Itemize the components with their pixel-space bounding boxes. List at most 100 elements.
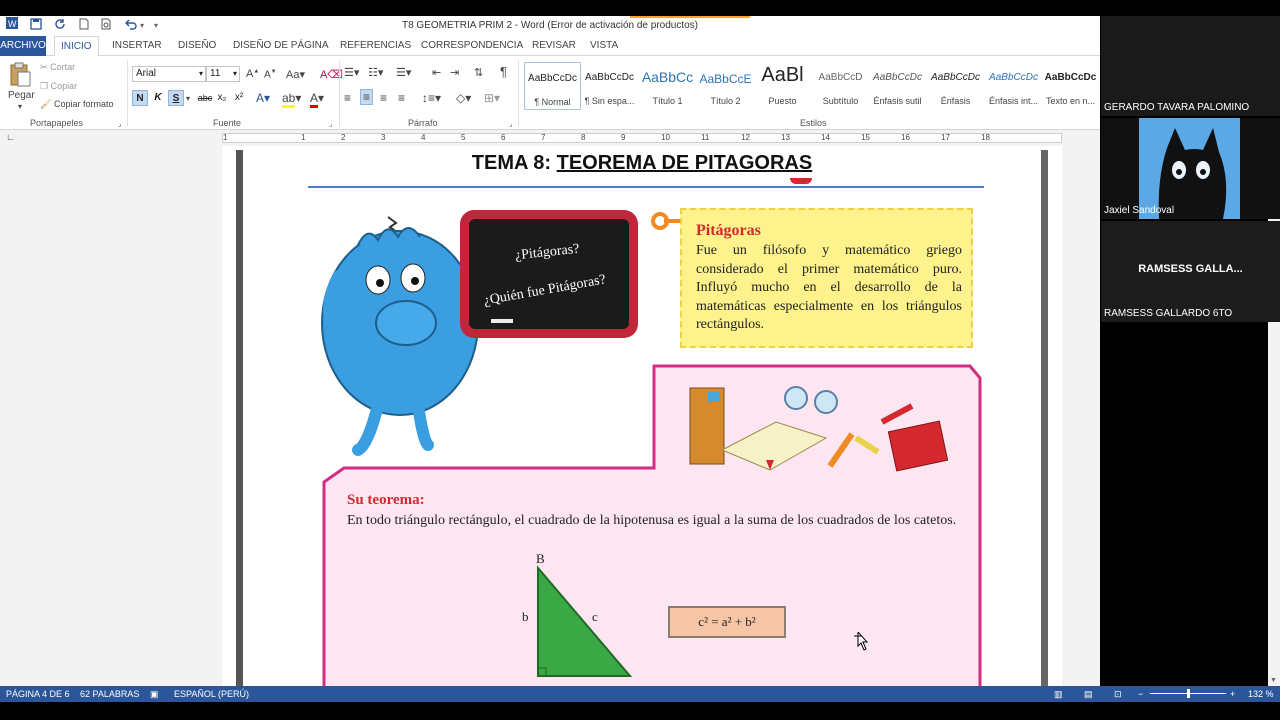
side-b-label: b xyxy=(522,609,529,624)
shading-icon[interactable]: ◇▾ xyxy=(456,91,471,105)
read-mode-icon[interactable]: ▥ xyxy=(1054,689,1063,700)
underline-button[interactable]: S xyxy=(168,90,184,106)
style-normal[interactable]: AaBbCcDc ¶ Normal xyxy=(524,62,581,110)
highlight-icon[interactable]: ab▾ xyxy=(282,91,301,108)
font-size-input[interactable]: 11 ▾ xyxy=(206,66,240,82)
participant-tile[interactable]: RAMSESS GALLA... RAMSESS GALLARDO 6TO xyxy=(1101,221,1280,322)
avatar xyxy=(1139,118,1240,219)
grow-font-icon[interactable]: A▲ xyxy=(246,68,259,80)
tab-vista[interactable]: VISTA xyxy=(590,40,618,51)
align-left-icon[interactable]: ≡ xyxy=(344,91,351,105)
copy-button[interactable]: ❐ Copiar xyxy=(40,81,77,92)
right-triangle-diagram xyxy=(537,565,633,677)
font-color-icon[interactable]: A▾ xyxy=(310,91,324,108)
top-black-bar xyxy=(0,0,1280,16)
paste-label[interactable]: Pegar xyxy=(8,90,35,101)
align-right-icon[interactable]: ≡ xyxy=(380,91,387,105)
increase-indent-icon[interactable]: ⇥ xyxy=(450,66,459,79)
style-name: ¶ Normal xyxy=(534,97,571,107)
tab-selector-icon[interactable]: ∟ xyxy=(6,132,15,142)
side-c-label: c xyxy=(592,609,598,624)
heading-main: TEOREMA DE PITAGORAS xyxy=(556,152,813,174)
bold-button[interactable]: N xyxy=(132,90,148,106)
style-enfasis-sutil[interactable]: AaBbCcDc Énfasis sutil xyxy=(869,62,926,110)
tab-inicio[interactable]: INICIO xyxy=(54,36,99,57)
proofing-icon[interactable]: ▣ xyxy=(150,689,159,700)
horizontal-ruler[interactable]: 1 1 2 3 4 5 6 7 8 9 10 11 12 13 14 15 16 17 18 xyxy=(222,133,1062,143)
ruler-tick-label: 18 xyxy=(981,133,990,142)
strikethrough-button[interactable]: abc xyxy=(196,90,214,106)
style-texto-negrita[interactable]: AaBbCcDc Texto en n... xyxy=(1042,62,1099,110)
clipboard-launcher-icon[interactable]: ⌟ xyxy=(118,120,121,128)
text-effects-icon[interactable]: A▾ xyxy=(256,91,270,105)
style-puesto[interactable]: AaBl Puesto xyxy=(754,62,811,110)
zoom-out-icon[interactable]: − xyxy=(1138,689,1143,699)
ribbon-tabs: ARCHIVO INICIO INSERTAR DISEÑO DISEÑO DE… xyxy=(0,36,1100,57)
multilevel-list-icon[interactable]: ☰▾ xyxy=(396,66,411,79)
tab-diseno-pagina[interactable]: DISEÑO DE PÁGINA xyxy=(233,40,329,51)
style-titulo-2[interactable]: AaBbCcE Título 2 xyxy=(697,62,754,110)
numbering-icon[interactable]: ☷▾ xyxy=(368,66,383,79)
zoom-in-icon[interactable]: + xyxy=(1230,689,1235,699)
format-painter-button[interactable]: 🖌 Copiar formato xyxy=(40,99,113,110)
font-name-input[interactable]: Arial ▾ xyxy=(132,66,206,82)
page-count[interactable]: PÁGINA 4 DE 6 xyxy=(6,689,70,699)
chevron-down-icon: ▾ xyxy=(198,69,203,78)
superscript-button[interactable]: x² xyxy=(231,90,247,106)
style-enfasis-intenso[interactable]: AaBbCcDc Énfasis int... xyxy=(985,62,1042,110)
zoom-slider-thumb[interactable] xyxy=(1187,689,1190,698)
tab-correspondencia[interactable]: CORRESPONDENCIA xyxy=(421,40,523,51)
paste-dropdown-icon[interactable]: ▾ xyxy=(18,102,22,111)
ruler-tick-label: 14 xyxy=(821,133,830,142)
print-layout-icon[interactable]: ▤ xyxy=(1084,689,1093,700)
tab-referencias[interactable]: REFERENCIAS xyxy=(340,40,411,51)
cut-button[interactable]: ✂ Cortar xyxy=(40,62,75,73)
paste-button[interactable] xyxy=(8,62,32,90)
participant-tile[interactable]: GERARDO TAVARA PALOMINO xyxy=(1101,16,1280,116)
paragraph-launcher-icon[interactable]: ⌟ xyxy=(509,120,512,128)
decrease-indent-icon[interactable]: ⇤ xyxy=(432,66,441,79)
tab-diseno[interactable]: DISEÑO xyxy=(178,40,216,51)
show-formatting-icon[interactable]: ¶ xyxy=(500,64,507,79)
participant-tile[interactable]: Jaxiel Sandoval xyxy=(1101,118,1280,219)
scroll-down-icon[interactable]: ▼ xyxy=(1270,677,1277,684)
zoom-level[interactable]: 132 % xyxy=(1248,689,1274,699)
ruler-tick-label: 1 xyxy=(223,133,228,142)
language[interactable]: ESPAÑOL (PERÚ) xyxy=(174,689,249,699)
word-count[interactable]: 62 PALABRAS xyxy=(80,689,139,699)
font-launcher-icon[interactable]: ⌟ xyxy=(329,120,332,128)
subscript-button[interactable]: x₂ xyxy=(214,90,230,106)
tab-revisar[interactable]: REVISAR xyxy=(532,40,576,51)
tab-insertar[interactable]: INSERTAR xyxy=(112,40,162,51)
ruler-bar: ∟ 1 1 2 3 4 5 6 7 8 9 10 11 12 13 14 15 16 17 18 xyxy=(0,130,1100,146)
move-cursor-icon xyxy=(854,632,869,651)
style-enfasis[interactable]: AaBbCcDc Énfasis xyxy=(927,62,984,110)
web-layout-icon[interactable]: ⊡ xyxy=(1114,689,1122,700)
window-title: T8 GEOMETRIA PRIM 2 - Word (Error de act… xyxy=(401,20,699,31)
style-subtitulo[interactable]: AaBbCcD Subtítulo xyxy=(812,62,869,110)
align-center-icon[interactable]: ≡ xyxy=(360,89,374,105)
underline-dropdown-icon[interactable]: ▾ xyxy=(186,94,190,103)
ruler-tick-label: 10 xyxy=(661,133,670,142)
tab-archivo[interactable]: ARCHIVO xyxy=(0,36,46,56)
change-case-icon[interactable]: Aa▾ xyxy=(286,68,305,81)
style-name: Subtítulo xyxy=(822,96,859,106)
clipboard-group-label: Portapapeles xyxy=(30,118,84,128)
ruler-tick-label: 12 xyxy=(741,133,750,142)
justify-icon[interactable]: ≡ xyxy=(398,91,405,105)
chalk-question-2: ¿Quién fue Pitágoras? xyxy=(482,272,607,309)
shrink-font-icon[interactable]: A▼ xyxy=(264,69,277,80)
ruler-tick-label: 11 xyxy=(701,133,710,142)
line-spacing-icon[interactable]: ↕≡▾ xyxy=(422,91,441,105)
heading-underline-rule xyxy=(308,186,984,188)
bullets-icon[interactable]: ☰▾ xyxy=(344,66,359,79)
sort-icon[interactable]: ⇅ xyxy=(474,66,483,79)
italic-button[interactable]: K xyxy=(150,90,166,106)
style-name: Énfasis sutil xyxy=(873,96,922,106)
style-sin-espaciado[interactable]: AaBbCcDc ¶ Sin espa... xyxy=(581,62,638,110)
style-titulo-1[interactable]: AaBbCc Título 1 xyxy=(639,62,696,110)
cut-label: Cortar xyxy=(50,62,76,72)
style-name: Texto en n... xyxy=(1045,96,1096,106)
paragraph-group-label: Párrafo xyxy=(408,118,438,128)
borders-icon[interactable]: ⊞▾ xyxy=(484,91,500,105)
